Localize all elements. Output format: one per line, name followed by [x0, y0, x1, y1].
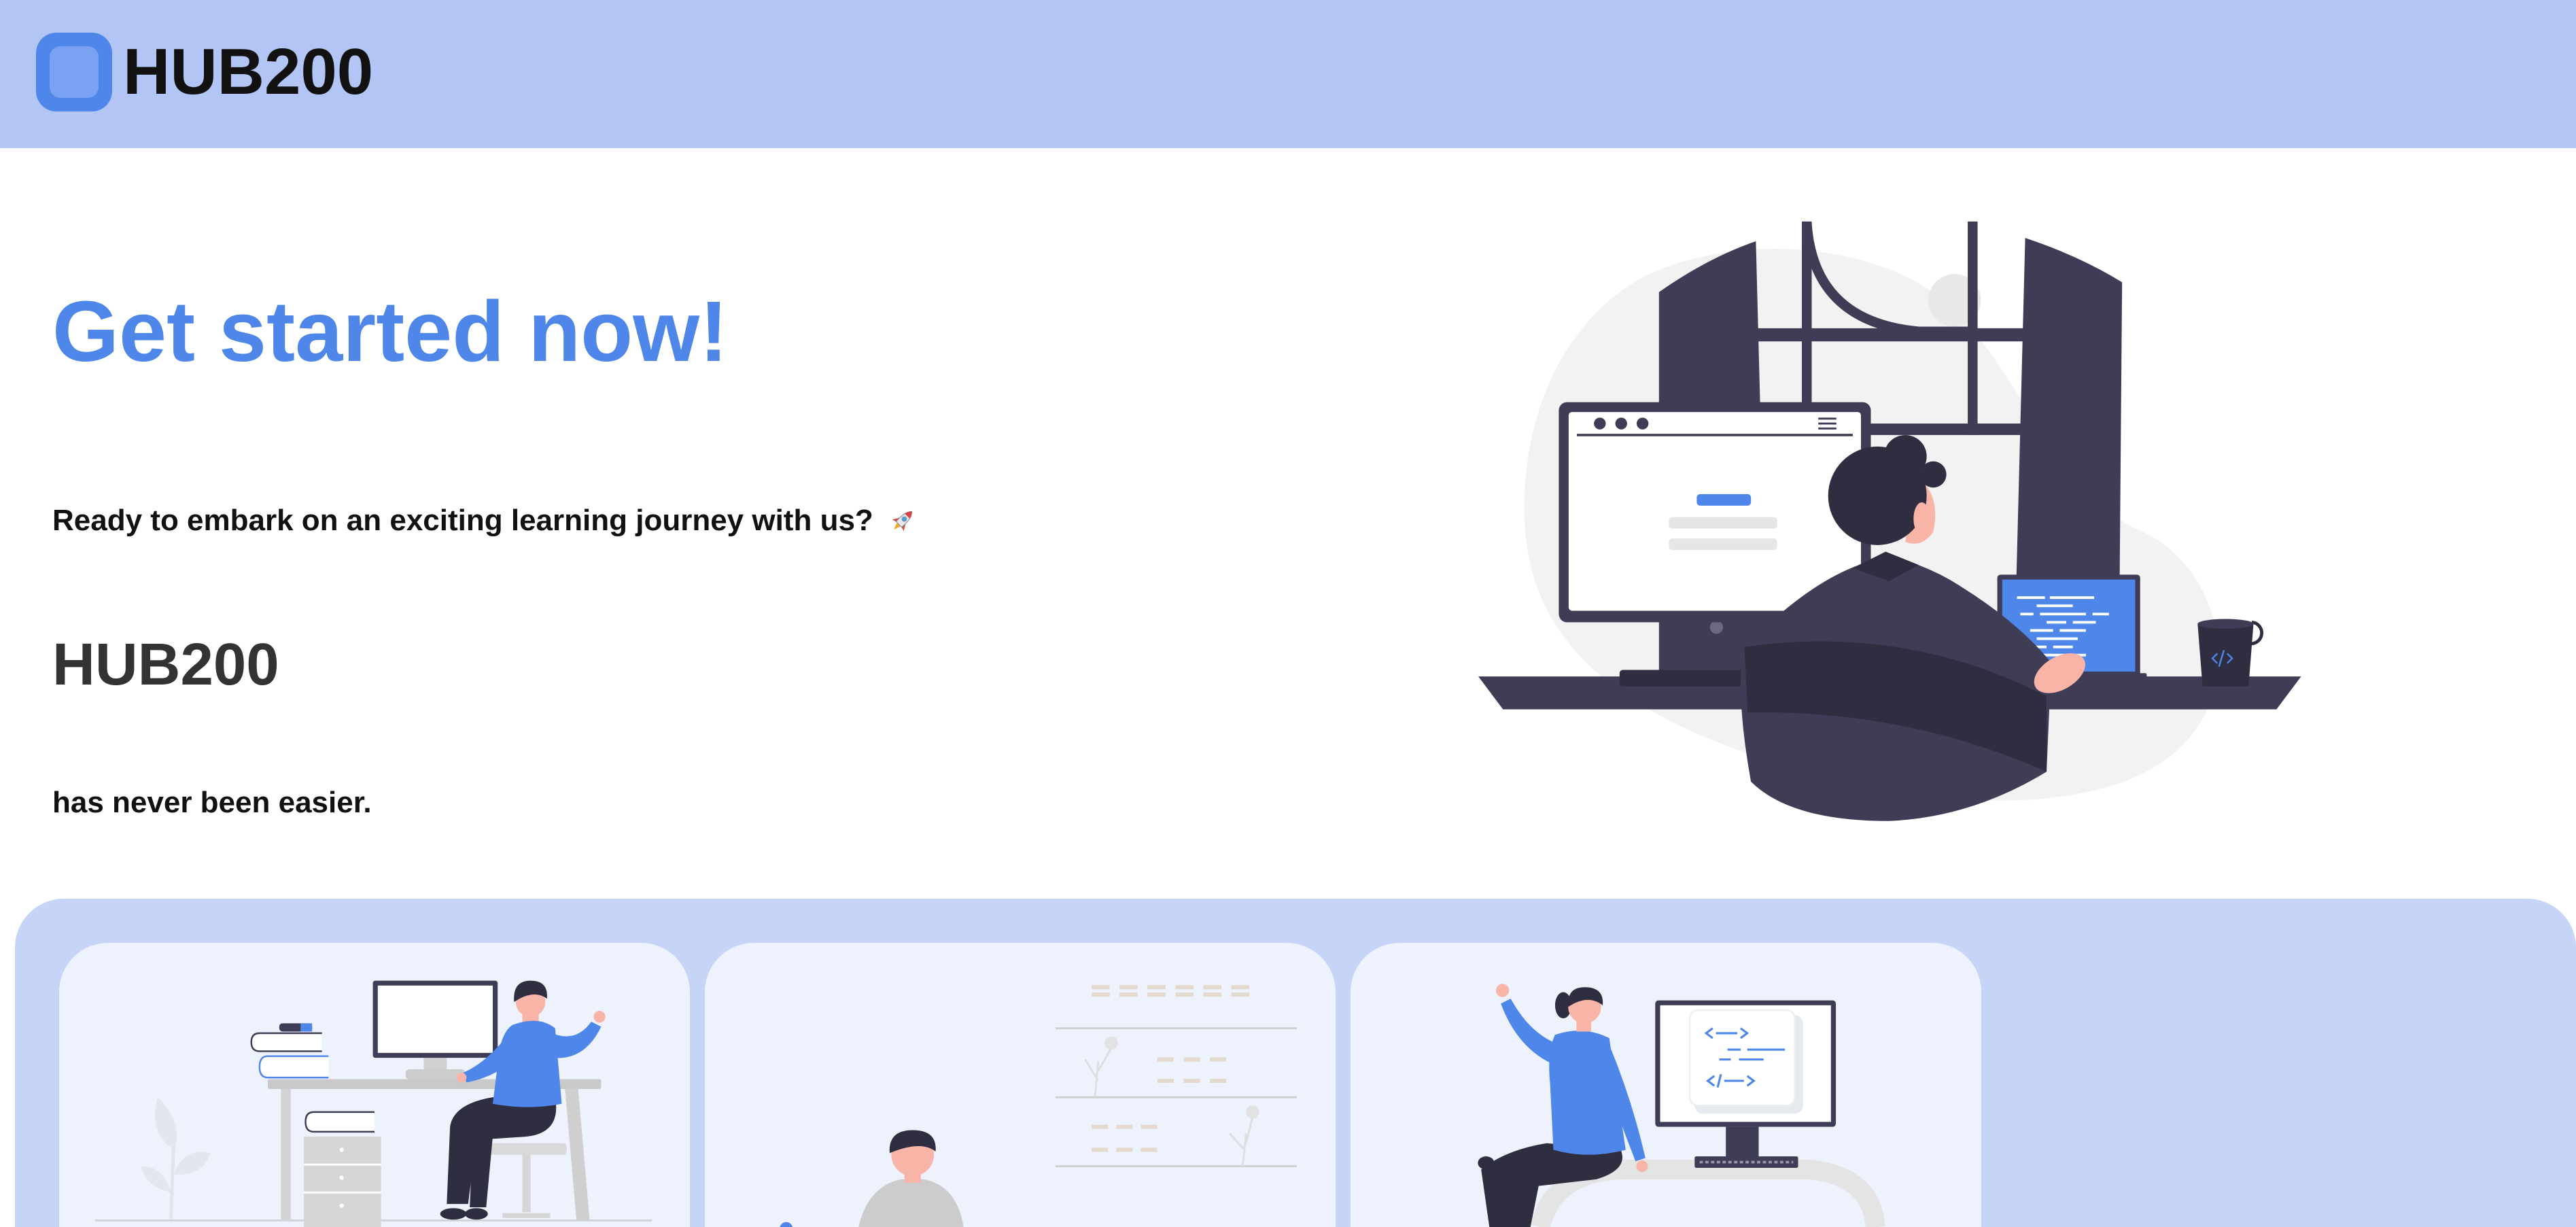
hero-brand-heading: HUB200 — [52, 632, 279, 697]
plant — [141, 1097, 211, 1220]
feature-cards — [59, 943, 1981, 1227]
feature-card-1[interactable] — [59, 943, 690, 1227]
hero-subtitle-text: Ready to embark on an exciting learning … — [52, 504, 873, 537]
hero-tagline: has never been easier. — [52, 786, 372, 819]
feature-card-2[interactable] — [705, 943, 1336, 1227]
hero-subtitle: Ready to embark on an exciting learning … — [52, 505, 918, 536]
coffee-mug — [2197, 619, 2264, 687]
code-monitor — [1655, 1000, 1837, 1169]
office-chair — [487, 1143, 567, 1218]
shelf-plants — [1084, 1036, 1259, 1166]
top-header: HUB200 — [0, 0, 2576, 148]
working-at-desk-illustration — [95, 980, 652, 1227]
brand-name: HUB200 — [123, 35, 374, 108]
developer-at-desk-illustration — [1478, 221, 2301, 821]
feature-card-3[interactable] — [1351, 943, 1981, 1227]
bookshelf-reader-illustration — [780, 985, 1298, 1227]
hero-title: Get started now! — [52, 283, 729, 379]
logo-square-icon — [36, 33, 112, 111]
features-section — [15, 899, 2576, 1227]
reader-person — [858, 1130, 964, 1227]
coding-celebration-illustration — [1478, 984, 1885, 1227]
book-stack — [250, 1023, 375, 1133]
accent-dot — [780, 1222, 793, 1227]
home-logo-link[interactable]: HUB200 — [36, 33, 373, 111]
shelves — [1055, 985, 1298, 1168]
rocket-icon — [892, 511, 912, 532]
